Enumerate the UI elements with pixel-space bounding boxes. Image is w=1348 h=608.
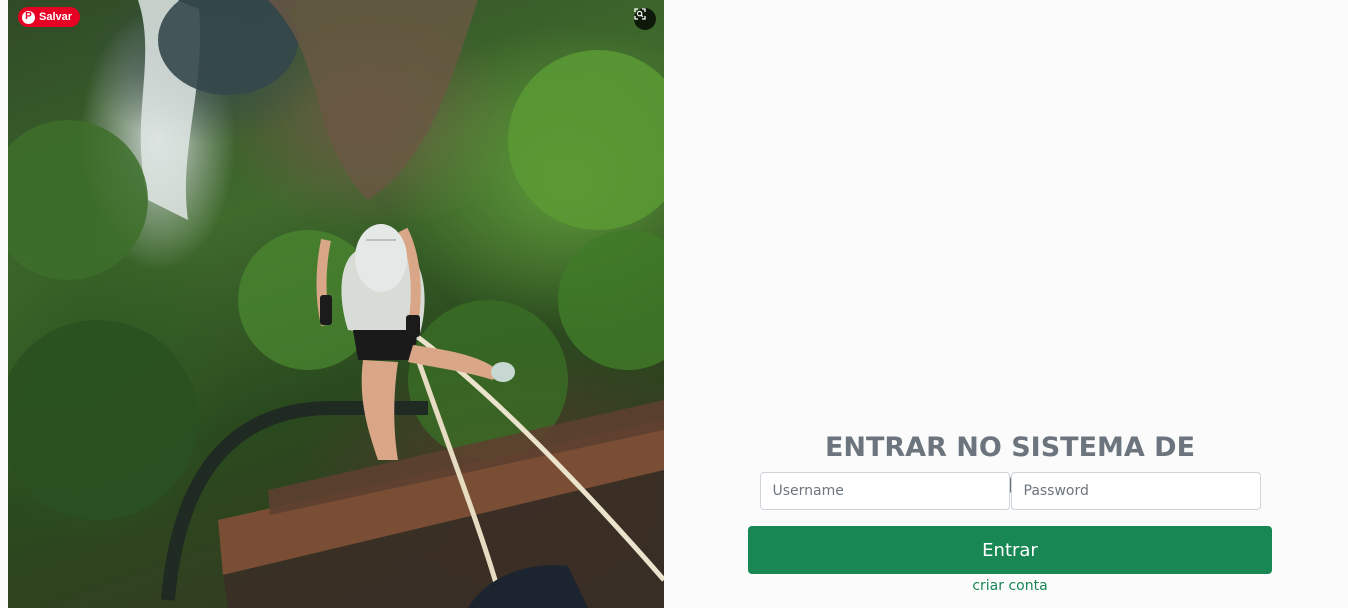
pinterest-save-label: Salvar: [39, 11, 73, 23]
login-page: P Salvar ENTRAR NO SISTEMA DE RECADOS En…: [0, 0, 1348, 608]
photo-illustration: [8, 0, 664, 608]
login-button[interactable]: Entrar: [748, 526, 1272, 574]
hero-photo: P Salvar: [8, 0, 664, 608]
login-form: ENTRAR NO SISTEMA DE RECADOS Entrar cria…: [748, 428, 1272, 594]
username-input[interactable]: [759, 472, 1010, 510]
credentials-row: [748, 472, 1272, 510]
pinterest-save-button[interactable]: P Salvar: [18, 7, 81, 27]
page-title: ENTRAR NO SISTEMA DE RECADOS: [824, 432, 1196, 503]
visual-search-icon: [634, 8, 646, 20]
pinterest-icon: P: [22, 10, 35, 24]
password-input[interactable]: [1010, 472, 1261, 510]
create-account-link[interactable]: criar conta: [748, 578, 1272, 594]
visual-search-button[interactable]: [634, 8, 656, 30]
